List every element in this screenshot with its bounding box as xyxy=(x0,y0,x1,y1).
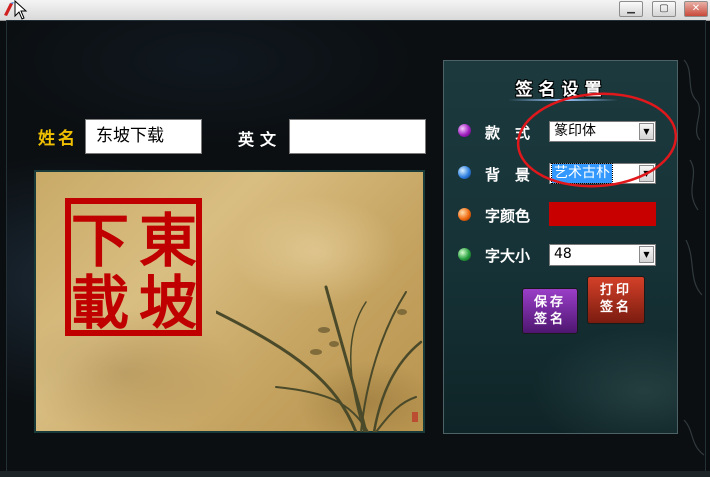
orchid-painting xyxy=(216,285,423,432)
window-bottom-border xyxy=(0,471,710,477)
english-label: 英文 xyxy=(238,130,283,149)
seal-char-xia: 下 xyxy=(71,207,129,275)
window-title-bar: ▁ ▢ ✕ xyxy=(0,0,710,21)
purple-orb-icon xyxy=(458,124,471,137)
blue-orb-icon xyxy=(458,166,471,179)
signature-preview: 東 坡 下 載 xyxy=(34,170,425,433)
font-size-select[interactable]: 48 ▼ xyxy=(549,244,656,266)
font-size-select-value: 48 xyxy=(554,246,572,262)
seal-char-dong: 東 xyxy=(139,207,197,275)
seal-stamp: 東 坡 下 載 xyxy=(65,198,202,337)
maximize-button[interactable]: ▢ xyxy=(652,1,676,17)
font-color-label: 字颜色 xyxy=(485,207,531,225)
seal-char-zai: 載 xyxy=(71,269,129,337)
calligraphy-decoration xyxy=(683,59,705,456)
mouse-cursor-icon xyxy=(14,0,28,20)
orange-orb-icon xyxy=(458,208,471,221)
name-label: 姓名 xyxy=(38,129,78,149)
font-color-swatch[interactable] xyxy=(549,202,656,226)
print-signature-button[interactable]: 打印 签名 xyxy=(587,276,645,324)
save-signature-button[interactable]: 保存 签名 xyxy=(522,288,578,334)
font-size-label: 字大小 xyxy=(485,247,531,265)
close-button[interactable]: ✕ xyxy=(684,1,708,17)
minimize-button[interactable]: ▁ xyxy=(619,1,643,17)
seal-char-po: 坡 xyxy=(139,269,197,337)
english-input[interactable] xyxy=(289,119,426,154)
annotation-circle xyxy=(516,92,678,188)
name-input[interactable]: 东坡下载 xyxy=(85,119,202,154)
chevron-down-icon[interactable]: ▼ xyxy=(639,246,654,263)
green-orb-icon xyxy=(458,248,471,261)
